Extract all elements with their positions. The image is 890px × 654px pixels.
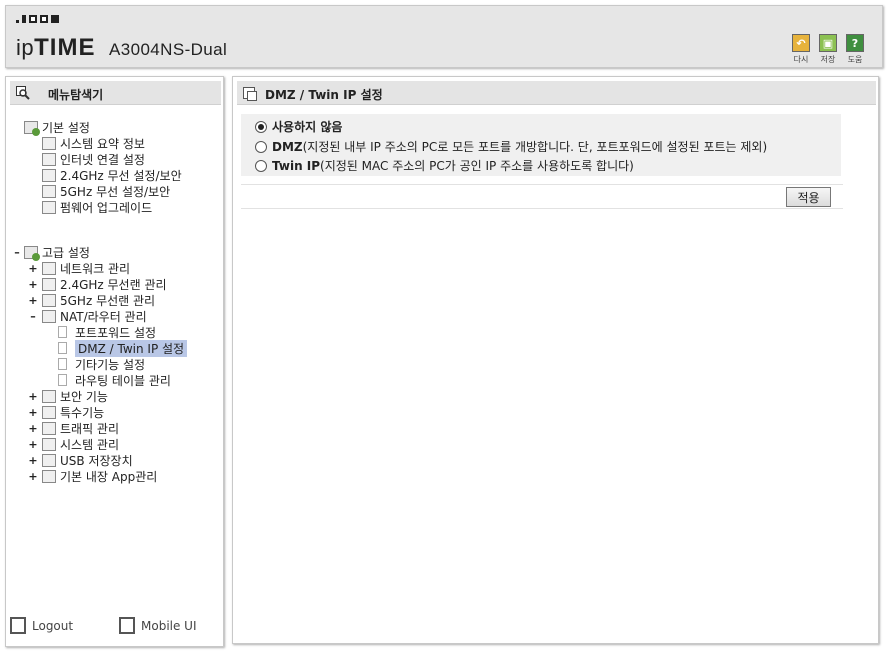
tree-item-dmz-twinip[interactable]: DMZ / Twin IP 설정 [58,339,188,357]
menu-tree: 기본 설정 시스템 요약 정보 인터넷 연결 설정 2.4GHz 무선 설정/보… [6,77,223,646]
undo-icon: ↶ [792,34,810,52]
monitor-icon [42,152,56,166]
apply-button[interactable]: 적용 [786,187,831,207]
folder-icon [24,120,40,136]
grid-icon [42,405,56,419]
expand-icon[interactable]: + [28,422,38,435]
page-icon [58,374,67,386]
save-button[interactable]: ▣ 저장 [817,34,839,65]
usb-icon [42,453,56,467]
page-icon [58,342,67,354]
divider [241,208,843,209]
tree-item-traffic[interactable]: + 트래픽 관리 [28,420,119,436]
collapse-icon[interactable]: – [12,246,22,259]
tree-item-24g-wireless[interactable]: 2.4GHz 무선 설정/보안 [42,167,182,183]
tree-basic-settings[interactable]: 기본 설정 [24,119,90,136]
tree-item-routing-table[interactable]: 라우팅 테이블 관리 [58,372,171,388]
network-icon [42,261,56,275]
tree-item-usb[interactable]: + USB 저장장치 [28,452,133,468]
expand-icon[interactable]: + [28,262,38,275]
mobile-icon [119,617,135,634]
wifi-icon [42,168,56,182]
brand-logo: ipTIME [16,34,96,61]
folder-icon [24,245,40,261]
lock-icon [42,389,56,403]
tree-item-special[interactable]: + 특수기능 [28,404,104,420]
page-icon [58,326,67,338]
expand-icon[interactable]: + [28,438,38,451]
expand-icon[interactable]: + [28,294,38,307]
tree-item-security[interactable]: + 보안 기능 [28,388,108,404]
content-panel: DMZ / Twin IP 설정 사용하지 않음 DMZ (지정된 내부 IP … [232,76,879,644]
logout-icon [10,617,26,634]
radio-twin-ip[interactable] [255,159,267,172]
tree-item-system[interactable]: + 시스템 관리 [28,436,119,452]
undo-button[interactable]: ↶ 다시 [790,34,812,65]
content-header: DMZ / Twin IP 설정 [237,81,876,105]
mode-options: 사용하지 않음 DMZ (지정된 내부 IP 주소의 PC로 모든 포트를 개방… [241,114,841,176]
wifi-icon [42,293,56,307]
expand-icon[interactable]: + [28,278,38,291]
help-button[interactable]: ? 도움 [844,34,866,65]
menu-explorer-panel: 메뉴탐색기 기본 설정 시스템 요약 정보 인터넷 연결 설정 2.4GHz 무… [5,76,224,647]
tree-item-nat-router[interactable]: – NAT/라우터 관리 [28,308,147,324]
radio-disabled[interactable] [255,120,267,133]
tree-item-network[interactable]: + 네트워크 관리 [28,260,130,276]
page-title: DMZ / Twin IP 설정 [265,88,383,102]
tree-item-5g-wireless[interactable]: 5GHz 무선 설정/보안 [42,183,170,199]
help-icon: ? [846,34,864,52]
expand-icon[interactable]: + [28,454,38,467]
expand-icon[interactable]: + [28,390,38,403]
chart-icon [42,136,56,150]
divider [241,184,843,185]
app-icon [42,469,56,483]
tree-item-port-forward[interactable]: 포트포워드 설정 [58,324,156,340]
tree-item-apps[interactable]: + 기본 내장 App관리 [28,468,157,484]
mobile-ui-link[interactable]: Mobile UI [119,617,197,634]
upgrade-icon [42,200,56,214]
tree-item-firmware[interactable]: 펌웨어 업그레이드 [42,199,152,215]
logout-link[interactable]: Logout [10,617,73,634]
expand-icon[interactable]: + [28,470,38,483]
wifi-icon [42,184,56,198]
page-icon [58,358,67,370]
model-name: A3004NS-Dual [109,40,228,59]
option-dmz[interactable]: DMZ (지정된 내부 IP 주소의 PC로 모든 포트를 개방합니다. 단, … [255,138,767,155]
traffic-icon [42,421,56,435]
header-bar: ipTIME A3004NS-Dual ↶ 다시 ▣ 저장 ? 도움 [5,5,883,68]
option-twin-ip[interactable]: Twin IP (지정된 MAC 주소의 PC가 공인 IP 주소를 사용하도록… [255,157,634,174]
chart-icon [42,437,56,451]
router-icon [42,309,56,323]
save-icon: ▣ [819,34,837,52]
tree-advanced-settings[interactable]: – 고급 설정 [12,244,90,261]
wifi-icon [42,277,56,291]
tree-item-internet-connection[interactable]: 인터넷 연결 설정 [42,151,145,167]
radio-dmz[interactable] [255,140,267,153]
tree-item-24g-wlan[interactable]: + 2.4GHz 무선랜 관리 [28,276,167,292]
expand-icon[interactable]: + [28,406,38,419]
option-disabled[interactable]: 사용하지 않음 [255,118,342,135]
tree-item-system-summary[interactable]: 시스템 요약 정보 [42,135,145,151]
brand-mark [16,15,59,23]
tree-item-5g-wlan[interactable]: + 5GHz 무선랜 관리 [28,292,155,308]
copy-icon [243,87,257,101]
tree-item-misc-functions[interactable]: 기타기능 설정 [58,356,145,372]
collapse-icon[interactable]: – [28,310,38,323]
